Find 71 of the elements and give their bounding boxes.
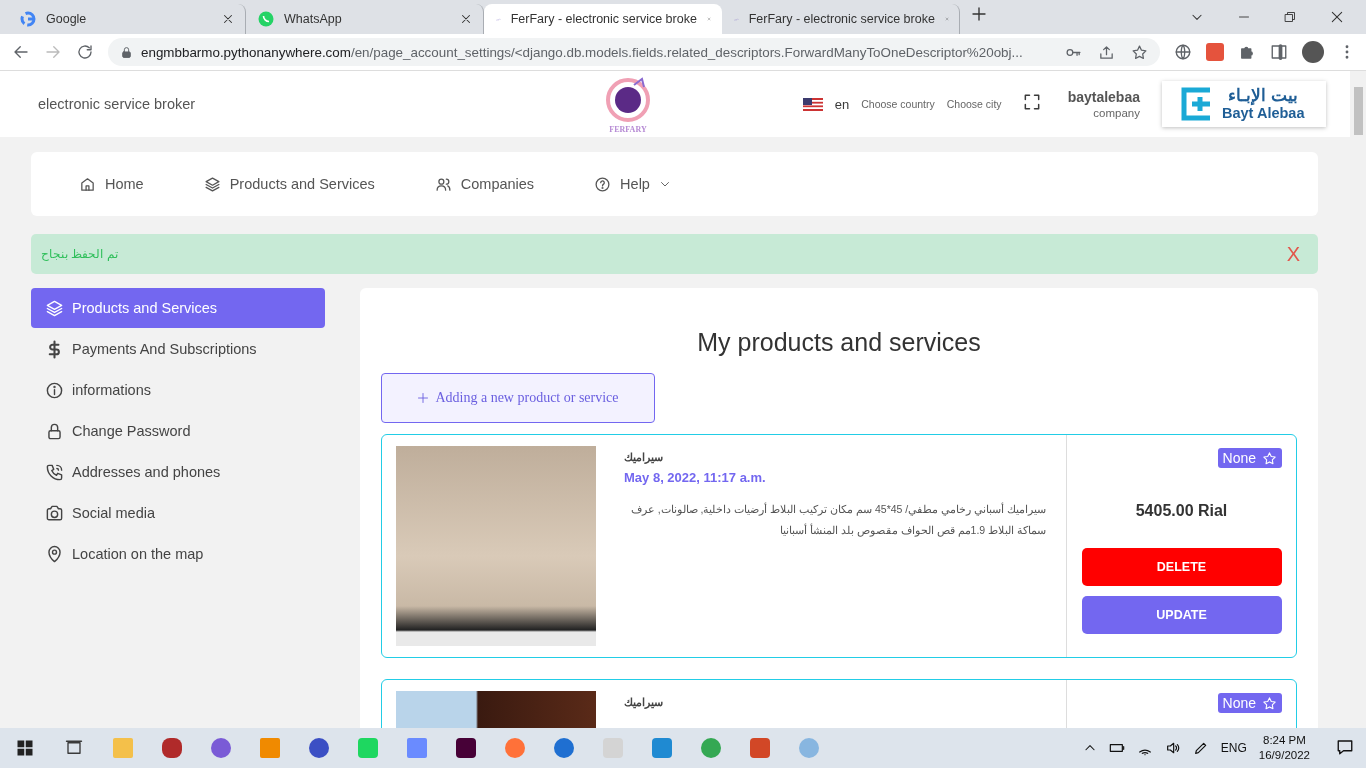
lock-icon (45, 421, 64, 441)
nav-link[interactable]: Companies (434, 175, 535, 193)
layers-icon (45, 298, 64, 318)
alert-message: تم الحفظ بنجاح (41, 247, 118, 261)
sidebar-item[interactable]: Products and Services (31, 288, 325, 328)
sidebar-item[interactable]: informations (31, 370, 325, 410)
share-icon[interactable] (1098, 43, 1115, 61)
task-view-icon[interactable] (64, 739, 83, 757)
logo-wordmark: FERFARY (609, 124, 647, 134)
account-name: baytalebaa (1067, 89, 1140, 105)
reload-icon[interactable] (76, 43, 94, 61)
new-tab-icon[interactable] (970, 5, 988, 23)
page-title: My products and services (696, 328, 982, 357)
help-icon (594, 175, 612, 193)
map-pin-icon (45, 544, 64, 564)
input-language[interactable]: ENG (1220, 741, 1247, 755)
speaker-icon[interactable] (1164, 740, 1181, 756)
choose-city-link[interactable]: Choose city (946, 98, 1002, 110)
info-icon (45, 380, 64, 400)
swirl-logo-icon (734, 15, 739, 23)
globe-icon[interactable] (1174, 43, 1192, 61)
back-icon[interactable] (12, 43, 30, 61)
taskbar-clock[interactable]: 8:24 PM 16/9/2022 (1258, 733, 1310, 763)
product-description: سيراميك أسباني رخامي مطفي/ 45*45 سم مكان تركيب البلاط أرضيات داخلية, صالونات, عرف سماكة البلاط 1.9مم قص الحواف مقصوص بلد المنشأ أسبانيا (629, 501, 1046, 539)
account-type: company (1092, 107, 1140, 119)
side-panel-icon[interactable] (1270, 43, 1288, 61)
sidebar-item[interactable]: Social media (31, 493, 325, 533)
circle-app-icon[interactable] (210, 738, 231, 758)
site-tagline: electronic service broker (38, 96, 197, 112)
product-title: سيراميك (624, 451, 663, 464)
notification-icon[interactable] (1336, 737, 1354, 756)
home-icon (79, 175, 96, 193)
close-icon[interactable] (221, 12, 235, 26)
browser-tab[interactable]: FerFary - electronic service broke (484, 4, 722, 34)
layers-icon (203, 175, 221, 193)
pen-icon[interactable] (1192, 740, 1209, 756)
delete-button[interactable]: DELETE (1081, 548, 1282, 586)
sidebar-item[interactable]: Change Password (31, 411, 325, 451)
scrollbar-thumb[interactable] (1353, 87, 1363, 135)
product-price: 5405.00 Rial (1135, 502, 1228, 520)
nav-link[interactable]: Help (594, 175, 671, 193)
nav-link[interactable]: Home (79, 175, 144, 193)
sidebar-item[interactable]: Location on the map (31, 534, 325, 574)
restore-icon[interactable] (1284, 11, 1296, 23)
profile-avatar[interactable] (1302, 41, 1324, 63)
star-icon (1262, 450, 1277, 466)
us-flag-icon[interactable] (802, 97, 823, 111)
swirl-logo-icon (496, 15, 501, 23)
product-title: سيراميك (624, 696, 663, 709)
bookmark-star-icon[interactable] (1131, 43, 1148, 61)
choose-country-link[interactable]: Choose country (861, 98, 935, 110)
phone-icon (45, 462, 64, 482)
rating-badge: None (1217, 693, 1282, 713)
start-windows-icon[interactable] (15, 739, 34, 757)
lock-icon (120, 45, 133, 59)
chat-bubble-icon (258, 11, 274, 27)
address-bar[interactable]: engmbbarmo.pythonanywhere.com/en/page_account_settings/<django.db.models.fields.related_descriptors.ForwardManyToOneDescriptor%20obj... (108, 38, 1160, 66)
close-icon[interactable] (459, 12, 473, 26)
sidebar-item[interactable]: Addresses and phones (31, 452, 325, 492)
language-selector[interactable]: en (834, 96, 850, 112)
plus-icon (417, 392, 430, 404)
rating-badge: None (1217, 448, 1282, 468)
product-date: May 8, 2022, 11:17 a.m. (624, 470, 766, 485)
nav-link[interactable]: Products and Services (203, 175, 375, 193)
close-icon[interactable] (1330, 10, 1344, 24)
sidebar-item[interactable]: Payments And Subscriptions (31, 329, 325, 369)
add-product-button[interactable]: Adding a new product or service (381, 373, 655, 423)
camera-icon (45, 503, 64, 523)
update-button[interactable]: UPDATE (1081, 596, 1282, 634)
round-app-icon[interactable] (553, 738, 574, 758)
star-icon (1262, 695, 1277, 711)
